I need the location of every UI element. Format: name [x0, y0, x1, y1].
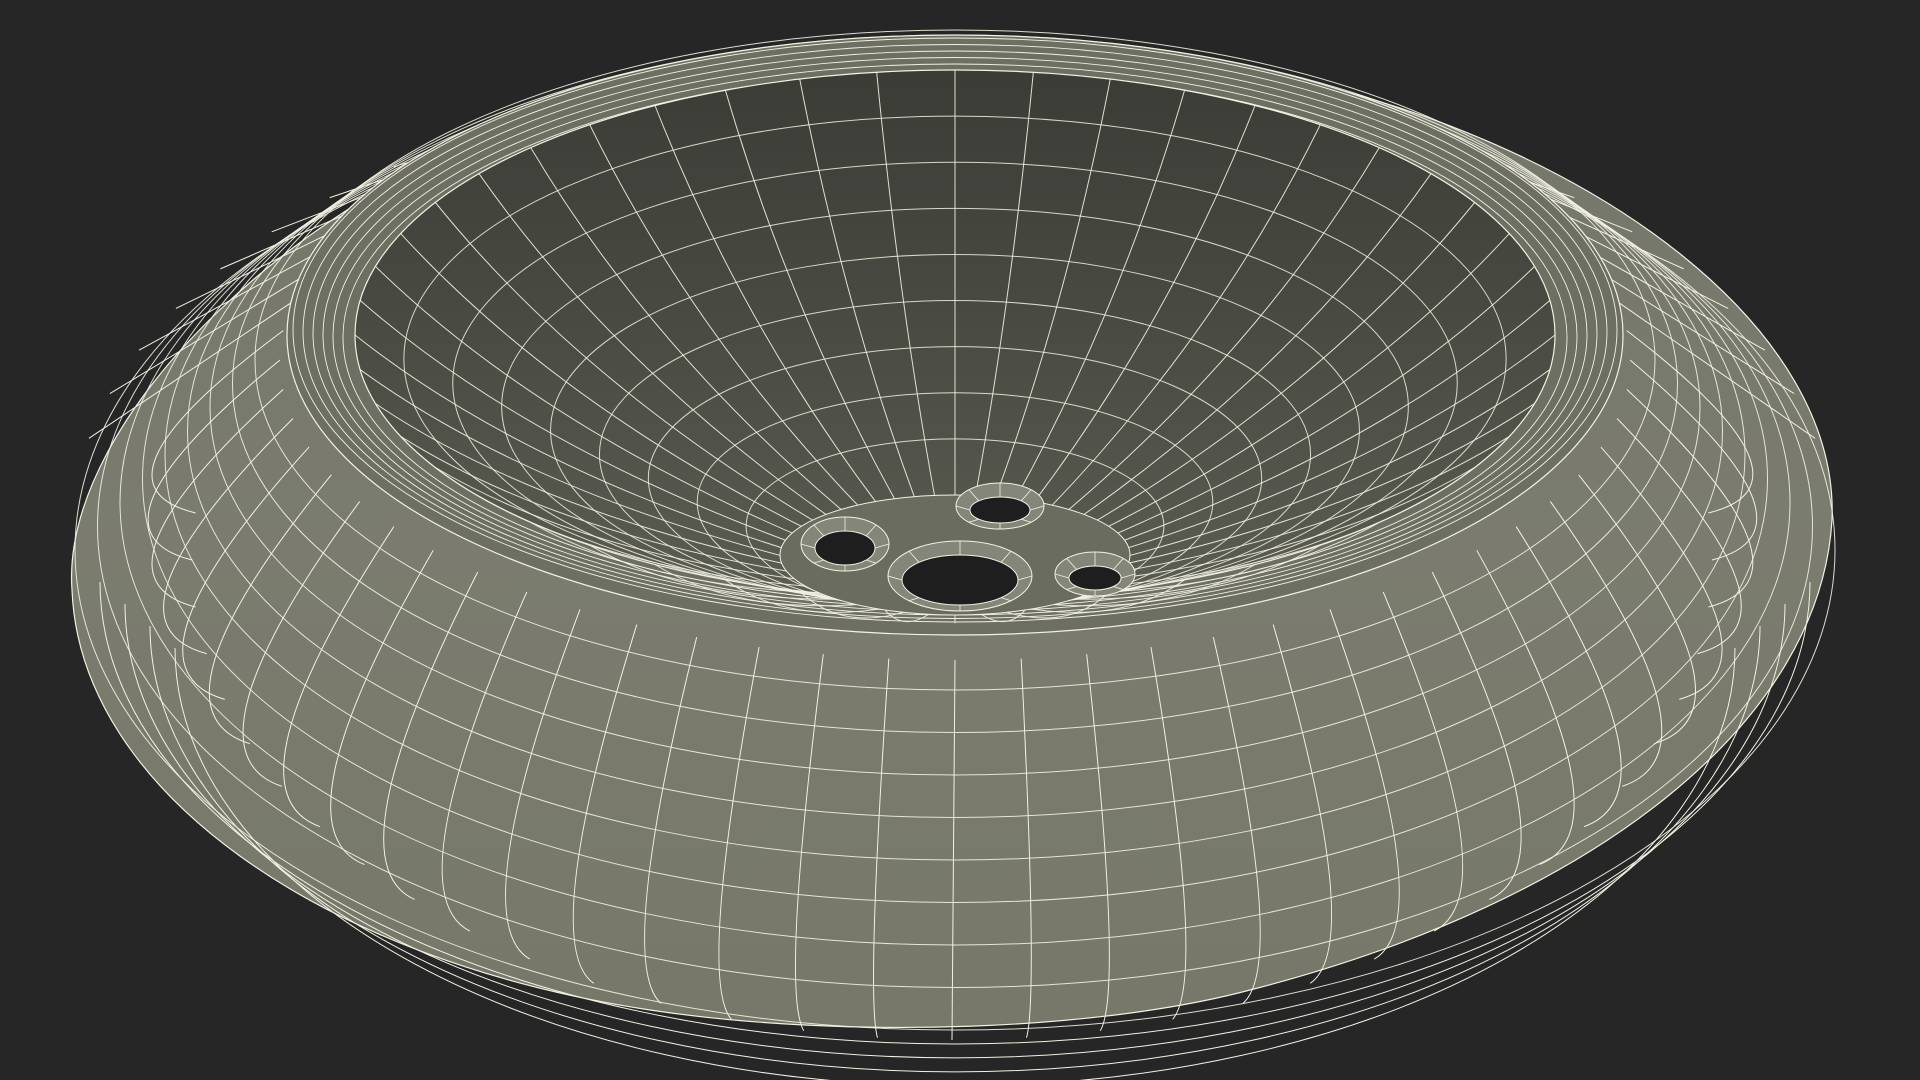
drain-hole-top	[969, 496, 1031, 524]
drain-hole-right	[1068, 565, 1122, 591]
drain-hole-left	[814, 530, 876, 566]
sink-wireframe-render	[71, 29, 1836, 1080]
main-drain-hole	[901, 554, 1019, 606]
render-viewport	[0, 0, 1920, 1080]
